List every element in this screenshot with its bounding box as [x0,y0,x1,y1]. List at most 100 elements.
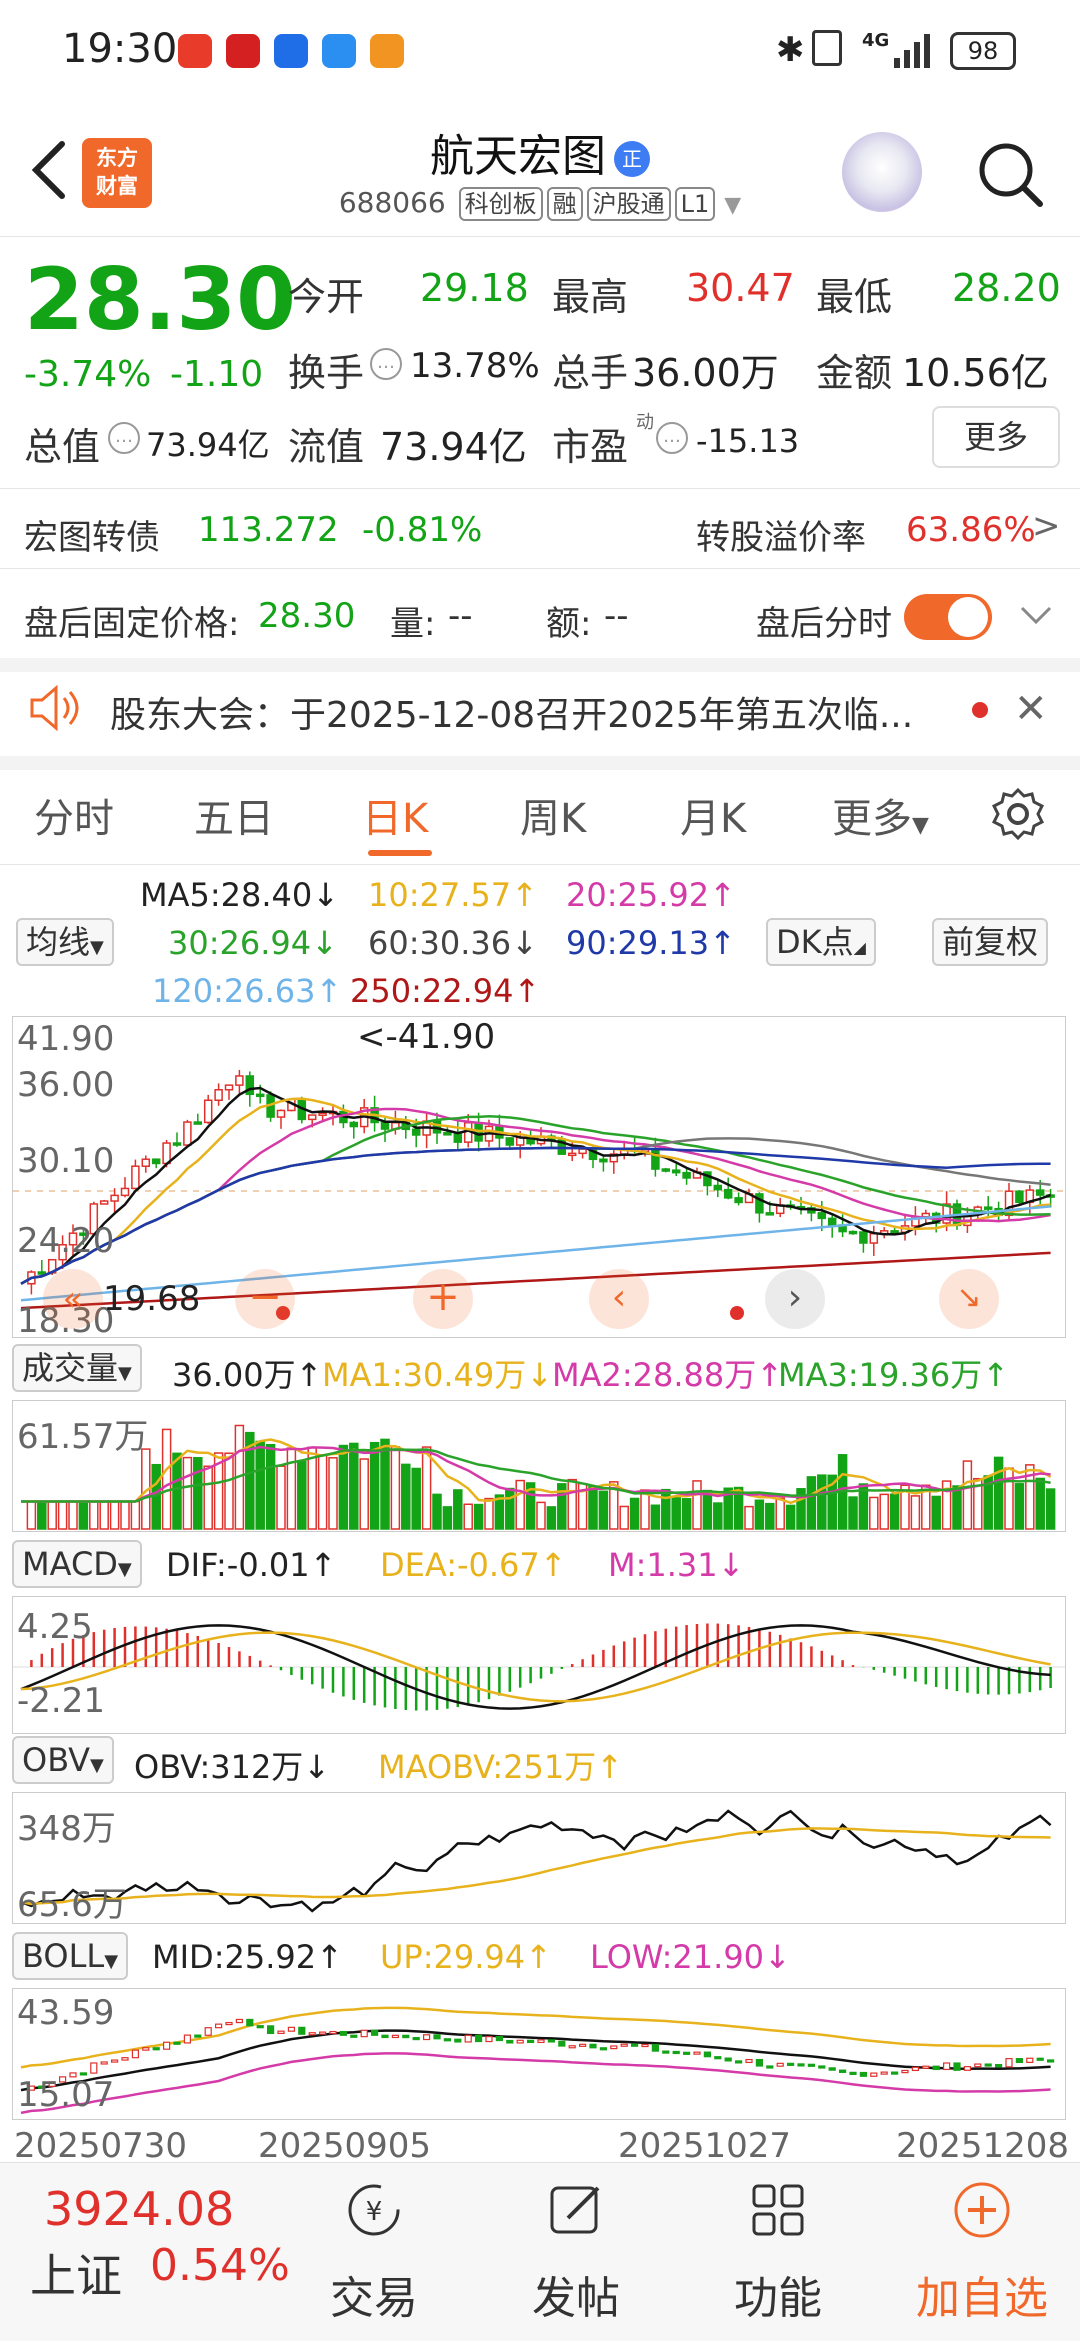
boll-candle [963,2066,972,2071]
boll-candle [100,2061,108,2065]
function-label[interactable]: 功能 [708,2262,848,2326]
stock-name: 航天宏图 [430,131,606,182]
high-value: 30.47 [686,266,795,310]
obv-selector[interactable]: OBV▼ [12,1736,114,1784]
ma250-value: 250:22.94↑ [350,972,541,1010]
boll-candle [412,2036,420,2041]
float-label: 流值 [288,425,365,469]
candle [567,1152,577,1157]
candle [578,1148,587,1155]
move-right-icon[interactable]: › [765,1269,825,1329]
boll-candle [932,2065,940,2071]
candle [99,1200,109,1205]
volume-bar [681,1498,692,1530]
chevron-down-icon[interactable] [1018,604,1054,628]
boll-selector[interactable]: BOLL▼ [12,1932,129,1980]
info-icon[interactable]: … [108,422,140,454]
search-icon[interactable] [974,138,1046,210]
volume-bar [671,1496,681,1530]
ma-selector[interactable]: 均线▼ [16,918,114,966]
assistant-avatar[interactable] [842,132,922,212]
close-icon[interactable]: ✕ [1014,686,1048,732]
kline-chart[interactable]: 41.90 36.00 30.10 24.20 18.30 <-41.90 19… [12,1016,1066,1341]
reset-icon[interactable]: ↘ [939,1269,999,1329]
tab-intraday[interactable]: 分时 [34,786,114,844]
chevron-right-icon[interactable]: > [1032,506,1061,546]
zoom-in-icon[interactable]: + [413,1269,473,1329]
grid-icon[interactable] [748,2180,808,2240]
macd-y-top: 4.25 [17,1607,93,1647]
volume-bar [910,1495,921,1530]
volume-bar [161,1428,172,1530]
volume-bar [203,1465,213,1530]
boll-candle [849,2071,857,2075]
app-icon-2 [226,34,260,68]
notice-text[interactable]: 股东大会：于2025-12-08召开2025年第五次临... [110,686,913,738]
volume-bar [1014,1483,1025,1530]
volume-bar [692,1480,702,1530]
obv-chart[interactable]: 348万 65.6万 [12,1792,1066,1925]
app-icon-4 [322,34,356,68]
tab-monthly-k[interactable]: 月K [680,786,746,844]
boll-candle [838,2069,847,2073]
ma10-value: 10:27.57↑ [368,876,538,914]
stock-subtitle[interactable]: 688066 科创板融沪股通 L1 ▼ [0,186,1080,221]
gear-icon[interactable] [990,786,1046,842]
volume-bar [775,1497,785,1530]
bond-name[interactable]: 宏图转债 [24,510,160,559]
index-value[interactable]: 3924.08 [44,2182,234,2236]
volume-bar [99,1500,109,1530]
volume-bar [172,1452,182,1530]
boll-candle [204,2027,212,2036]
volume-ma1: MA1:30.49万↓ [322,1356,554,1394]
vibrate-icon [812,30,842,66]
volume-bar [661,1488,671,1530]
boll-y-top: 43.59 [17,1993,115,2033]
move-left-icon[interactable]: ‹ [589,1269,649,1329]
add-watchlist-label[interactable]: 加自选 [912,2262,1052,2326]
trade-label[interactable]: 交易 [304,2262,444,2326]
boll-candle [516,2039,524,2044]
post-icon[interactable] [546,2180,606,2240]
add-circle-icon[interactable] [952,2180,1012,2240]
macd-selector[interactable]: MACD▼ [12,1540,142,1588]
tab-daily-k[interactable]: 日K [362,786,428,844]
boll-candle [225,2021,233,2026]
obv-svg [20,1809,1052,1913]
zoom-out-icon[interactable]: − [235,1269,295,1329]
boll-low-line [20,2052,1051,2115]
info-icon[interactable]: … [370,348,402,380]
boll-candle [443,2038,451,2042]
more-button[interactable]: 更多 [932,406,1060,468]
after-hours-toggle[interactable] [904,594,992,640]
index-name[interactable]: 上证 [30,2240,122,2306]
volume-bar [442,1506,453,1530]
volume-chart[interactable]: 61.57万 [12,1400,1066,1532]
obv-value: OBV:312万↓ [134,1748,331,1786]
volume-bar [817,1474,827,1530]
macd-chart[interactable]: 4.25 -2.21 [12,1596,1066,1734]
candle [162,1142,171,1165]
boll-candle [974,2063,982,2068]
scroll-left-icon[interactable]: « [43,1269,103,1329]
turnover-value: 13.78% [410,346,540,386]
macd-dea: DEA:-0.67↑ [380,1546,567,1584]
obv-y-top: 348万 [17,1809,116,1849]
post-label[interactable]: 发帖 [506,2262,646,2326]
tab-more[interactable]: 更多▼ [832,786,929,844]
macd-selector-label: MACD [22,1545,118,1583]
boll-chart[interactable]: 43.59 15.07 [12,1988,1066,2120]
dk-point-button[interactable]: DK点◢ [766,918,876,966]
after-hours-vol-label: 量: [390,604,436,644]
adjust-button[interactable]: 前复权 [932,918,1049,966]
volume-selector[interactable]: 成交量▼ [12,1344,142,1392]
volume-bar [109,1500,120,1530]
trade-icon[interactable]: ¥ [344,2180,404,2240]
candle [651,1148,660,1170]
tab-five-day[interactable]: 五日 [194,786,274,844]
info-icon[interactable]: … [656,422,688,454]
tab-weekly-k[interactable]: 周K [520,786,586,844]
boll-candle [1026,2057,1034,2064]
candle [734,1197,743,1204]
boll-candle [870,2072,878,2077]
